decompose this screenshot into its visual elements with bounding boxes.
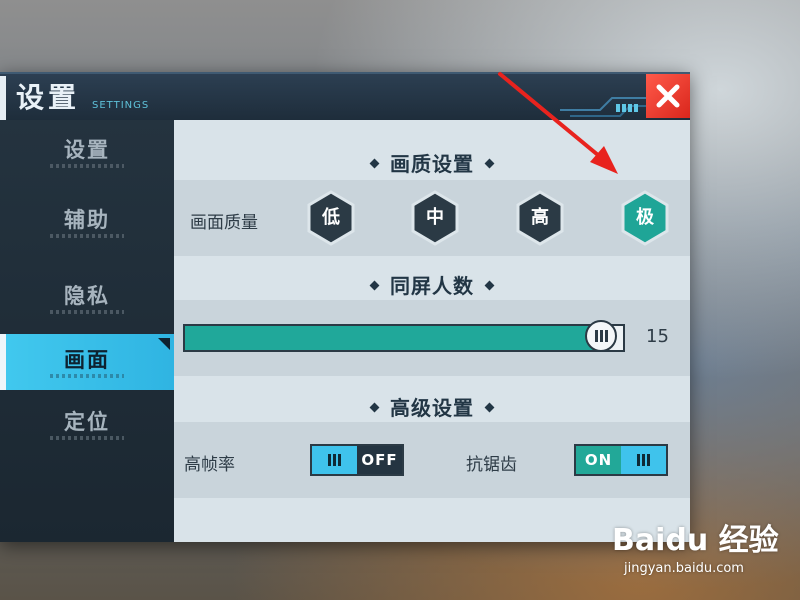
quality-option-high[interactable]: 高 bbox=[515, 190, 565, 246]
players-slider[interactable] bbox=[183, 320, 625, 352]
content-area: 画质设置 画面质量 低 中 高 极 同屏人数 15 高级设置 高帧率 OFF 抗… bbox=[174, 120, 690, 542]
sidebar-item-label: 辅助 bbox=[64, 208, 110, 232]
grip-icon bbox=[599, 330, 603, 342]
sidebar-item-graphics[interactable]: 画面 bbox=[0, 334, 174, 390]
advanced-section-title: 高级设置 bbox=[174, 392, 690, 421]
antialias-label: 抗锯齿 bbox=[466, 455, 517, 475]
watermark-brand: Baidu 经验 bbox=[612, 523, 779, 558]
close-button[interactable] bbox=[646, 74, 690, 118]
close-icon bbox=[656, 84, 680, 108]
watermark-url: jingyan.baidu.com bbox=[624, 561, 744, 576]
sidebar-item-label: 定位 bbox=[64, 410, 110, 434]
sidebar-item-decoration bbox=[50, 164, 124, 168]
quality-option-label: 极 bbox=[636, 207, 654, 228]
players-value: 15 bbox=[646, 326, 669, 347]
sidebar-item-decoration bbox=[50, 234, 124, 238]
settings-panel: 设置 SETTINGS 设置 辅助 隐私 画面 定位 画质设置 画面质量 低 中… bbox=[0, 72, 690, 542]
sidebar-item-decoration bbox=[50, 310, 124, 314]
baidu-watermark: Baidu 经验 jingyan.baidu.com bbox=[612, 515, 792, 585]
players-slider-fill bbox=[185, 326, 601, 350]
sidebar-item-label: 设置 bbox=[64, 138, 110, 162]
section-title-text: 画质设置 bbox=[390, 152, 474, 176]
section-title-text: 同屏人数 bbox=[390, 274, 474, 298]
toggle-state: OFF bbox=[357, 446, 402, 474]
quality-label: 画面质量 bbox=[190, 213, 258, 233]
diamond-icon bbox=[369, 158, 380, 169]
diamond-icon bbox=[484, 402, 495, 413]
players-section-title: 同屏人数 bbox=[174, 270, 690, 299]
diamond-icon bbox=[484, 280, 495, 291]
title-accent-bar bbox=[0, 76, 6, 120]
game-background: 设置 SETTINGS 设置 辅助 隐私 画面 定位 画质设置 画面质量 低 中… bbox=[0, 0, 800, 600]
quality-option-medium[interactable]: 中 bbox=[410, 190, 460, 246]
quality-option-label: 高 bbox=[531, 207, 549, 228]
sidebar: 设置 辅助 隐私 画面 定位 bbox=[0, 120, 174, 542]
sidebar-item-decoration bbox=[50, 436, 124, 440]
window-title: 设置 bbox=[16, 81, 81, 114]
advanced-row: 高帧率 OFF 抗锯齿 ON bbox=[174, 422, 690, 498]
section-title-text: 高级设置 bbox=[390, 396, 474, 420]
antialias-toggle[interactable]: ON bbox=[574, 444, 668, 476]
sidebar-item-assist[interactable]: 辅助 bbox=[0, 194, 174, 254]
quality-section-title: 画质设置 bbox=[174, 148, 690, 177]
toggle-knob bbox=[312, 446, 357, 474]
window-subtitle: SETTINGS bbox=[92, 100, 150, 111]
grip-icon bbox=[594, 330, 598, 342]
players-slider-thumb[interactable] bbox=[585, 320, 617, 352]
toggle-state: ON bbox=[576, 446, 621, 474]
toggle-knob bbox=[621, 446, 666, 474]
sidebar-item-label: 隐私 bbox=[64, 284, 110, 308]
high-fps-label: 高帧率 bbox=[184, 455, 235, 475]
quality-option-label: 中 bbox=[426, 207, 444, 228]
sidebar-item-privacy[interactable]: 隐私 bbox=[0, 270, 174, 330]
high-fps-toggle[interactable]: OFF bbox=[310, 444, 404, 476]
sidebar-item-label: 画面 bbox=[64, 348, 110, 372]
sidebar-item-settings[interactable]: 设置 bbox=[0, 124, 174, 184]
sidebar-item-location[interactable]: 定位 bbox=[0, 396, 174, 456]
diamond-icon bbox=[484, 158, 495, 169]
grip-icon bbox=[604, 330, 608, 342]
diamond-icon bbox=[369, 280, 380, 291]
circuit-decoration-icon bbox=[560, 97, 646, 117]
players-row: 15 bbox=[174, 300, 690, 376]
diamond-icon bbox=[369, 402, 380, 413]
quality-option-label: 低 bbox=[322, 207, 340, 228]
quality-row: 画面质量 低 中 高 极 bbox=[174, 180, 690, 256]
quality-option-low[interactable]: 低 bbox=[306, 190, 356, 246]
sidebar-item-decoration bbox=[50, 374, 124, 378]
quality-option-ultra[interactable]: 极 bbox=[620, 190, 670, 246]
title-bar: 设置 SETTINGS bbox=[0, 72, 690, 120]
